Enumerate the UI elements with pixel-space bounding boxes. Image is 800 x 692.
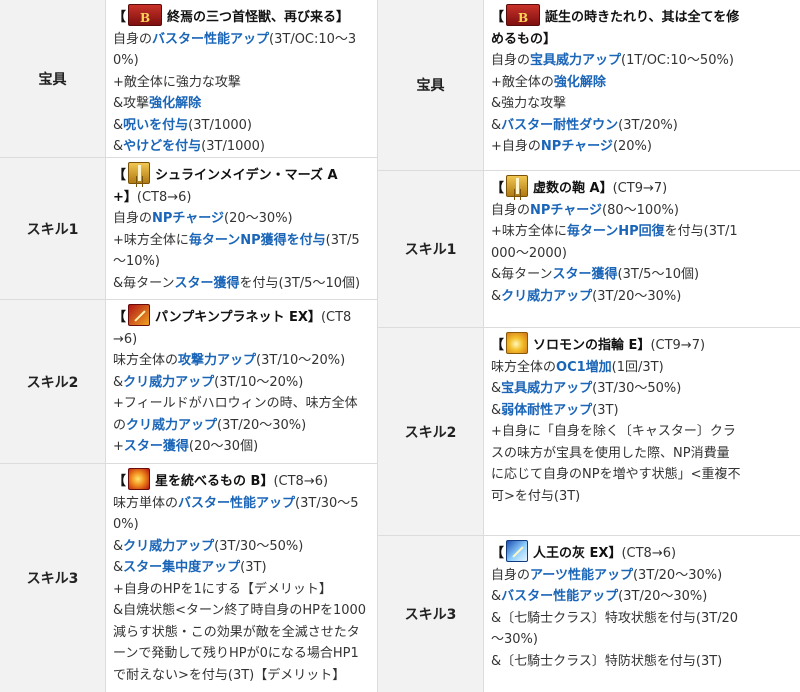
pumpkin-sword-icon	[128, 304, 151, 326]
row-label: スキル2	[0, 300, 106, 463]
blue-sword-icon	[506, 540, 529, 562]
row-label: 宝具	[378, 0, 484, 170]
buster-card-icon	[506, 4, 541, 29]
left-noble-phantasm-row: 宝具 【終焉の三つ首怪獣、再び来る】 自身のバスター性能アップ(3T/OC:10…	[0, 0, 377, 158]
skill-description: 【人王の灰 EX】(CT8→6) 自身のアーツ性能アップ(3T/20～30%) …	[484, 536, 744, 692]
skill-name: 星を統べるもの B】	[155, 474, 274, 489]
right-servant-column: 宝具 【誕生の時きたれり、其は全てを修 めるもの】 自身の宝具威力アップ(1T/…	[378, 0, 800, 692]
noble-phantasm-description: 【終焉の三つ首怪獣、再び来る】 自身のバスター性能アップ(3T/OC:10～3 …	[106, 0, 362, 157]
skill-comparison: 宝具 【終焉の三つ首怪獣、再び来る】 自身のバスター性能アップ(3T/OC:10…	[0, 0, 800, 692]
np-gain-icon	[506, 332, 529, 354]
skill-description: 【ソロモンの指輪 E】(CT9→7) 味方全体のOC1増加(1回/3T) &宝具…	[484, 328, 746, 535]
right-skill2-row: スキル2 【ソロモンの指輪 E】(CT9→7) 味方全体のOC1増加(1回/3T…	[378, 328, 800, 536]
right-skill3-row: スキル3 【人王の灰 EX】(CT8→6) 自身のアーツ性能アップ(3T/20～…	[378, 536, 800, 692]
noble-phantasm-name: 誕生の時きたれり、其は全てを修	[545, 10, 740, 25]
star-burst-icon	[128, 468, 151, 490]
skill-description: 【パンプキンプラネット EX】(CT8 →6) 味方全体の攻撃力アップ(3T/1…	[106, 300, 364, 463]
row-label: スキル1	[378, 171, 484, 327]
row-label: スキル3	[0, 464, 106, 692]
noble-phantasm-description: 【誕生の時きたれり、其は全てを修 めるもの】 自身の宝具威力アップ(1T/OC:…	[484, 0, 745, 170]
left-skill1-row: スキル1 【シュラインメイデン・マーズ A +】(CT8→6) 自身のNPチャー…	[0, 158, 377, 300]
row-label: スキル1	[0, 158, 106, 299]
right-noble-phantasm-row: 宝具 【誕生の時きたれり、其は全てを修 めるもの】 自身の宝具威力アップ(1T/…	[378, 0, 800, 171]
skill-description: 【虚数の鞄 A】(CT9→7) 自身のNPチャージ(80～100%) +味方全体…	[484, 171, 744, 327]
sword-icon	[506, 175, 529, 197]
skill-name: 虚数の鞄 A】	[533, 181, 613, 196]
left-skill2-row: スキル2 【パンプキンプラネット EX】(CT8 →6) 味方全体の攻撃力アップ…	[0, 300, 377, 464]
skill-name: シュラインメイデン・マーズ A	[155, 168, 338, 183]
row-label: スキル2	[378, 328, 484, 535]
skill-description: 【星を統べるもの B】(CT8→6) 味方単体のバスター性能アップ(3T/30～…	[106, 464, 372, 692]
noble-phantasm-name: 終焉の三つ首怪獣、再び来る】	[167, 10, 350, 25]
buster-card-icon	[128, 4, 163, 29]
right-skill1-row: スキル1 【虚数の鞄 A】(CT9→7) 自身のNPチャージ(80～100%) …	[378, 171, 800, 328]
skill-name: 人王の灰 EX】	[533, 546, 622, 561]
left-servant-column: 宝具 【終焉の三つ首怪獣、再び来る】 自身のバスター性能アップ(3T/OC:10…	[0, 0, 378, 692]
skill-name: ソロモンの指輪 E】	[533, 338, 651, 353]
left-skill3-row: スキル3 【星を統べるもの B】(CT8→6) 味方単体のバスター性能アップ(3…	[0, 464, 377, 692]
row-label: スキル3	[378, 536, 484, 692]
skill-description: 【シュラインメイデン・マーズ A +】(CT8→6) 自身のNPチャージ(20～…	[106, 158, 366, 299]
sword-icon	[128, 162, 151, 184]
skill-name: パンプキンプラネット EX】	[155, 310, 321, 325]
row-label: 宝具	[0, 0, 106, 157]
